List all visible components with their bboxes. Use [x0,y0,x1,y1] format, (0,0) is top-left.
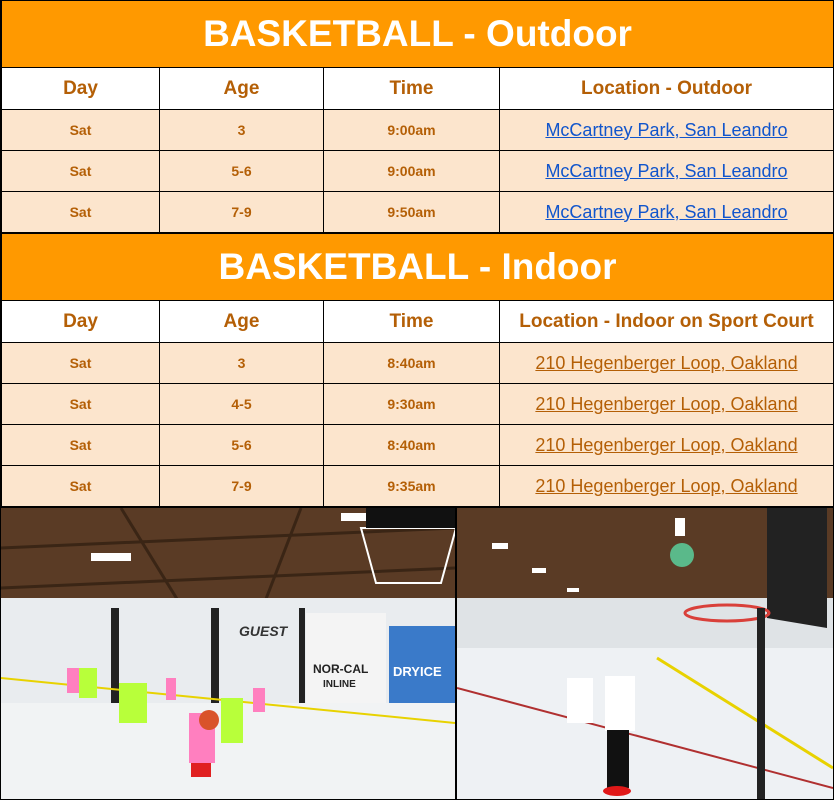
day-cell: Sat [1,342,160,384]
indoor-title: BASKETBALL - Indoor [1,233,834,301]
day-cell: Sat [1,109,160,151]
day-cell: Sat [1,383,160,425]
age-cell: 5-6 [159,150,324,192]
outdoor-header-row: Day Age Time Location - Outdoor [1,67,834,110]
indoor-table: BASKETBALL - Indoor Day Age Time Location - … [1,233,834,507]
location-cell: 210 Hegenberger Loop, Oakland [499,342,834,384]
day-cell: Sat [1,150,160,192]
sign-norcal: NOR-CAL [313,662,368,676]
day-cell: Sat [1,424,160,466]
location-link[interactable]: McCartney Park, San Leandro [545,161,787,181]
location-link[interactable]: 210 Hegenberger Loop, Oakland [535,435,797,455]
outdoor-table: BASKETBALL - Outdoor Day Age Time Location -… [0,0,834,233]
location-cell: McCartney Park, San Leandro [498,109,834,151]
location-link[interactable]: 210 Hegenberger Loop, Oakland [535,353,797,373]
sign-inline: INLINE [323,679,356,690]
outdoor-title: BASKETBALL - Outdoor [0,0,834,68]
table-row: Sat 3 8:40am 210 Hegenberger Loop, Oakla… [1,342,834,384]
column-header: Location - Indoor on Sport Court [499,300,834,343]
age-cell: 7-9 [159,191,324,233]
column-header: Time [323,300,500,343]
age-cell: 5-6 [159,424,324,466]
table-row: Sat 5-6 8:40am 210 Hegenberger Loop, Oak… [1,424,834,466]
column-header: Day [1,67,160,110]
table-row: Sat 4-5 9:30am 210 Hegenberger Loop, Oak… [1,383,834,425]
sign-guest: GUEST [239,623,289,639]
day-cell: Sat [1,191,160,233]
location-link[interactable]: 210 Hegenberger Loop, Oakland [535,476,797,496]
outdoor-title-row: BASKETBALL - Outdoor [0,0,834,68]
age-cell: 3 [159,342,324,384]
photo-indoor-court-kid-shooting [457,508,833,799]
table-row: Sat 3 9:00am McCartney Park, San Leandro [1,109,834,151]
column-header: Day [1,300,160,343]
column-header: Time [323,67,500,110]
sign-dryice: DRYICE [393,664,442,679]
column-header: Age [159,300,324,343]
table-row: Sat 7-9 9:35am 210 Hegenberger Loop, Oak… [1,465,834,507]
location-cell: McCartney Park, San Leandro [498,150,834,192]
location-cell: McCartney Park, San Leandro [498,191,834,233]
age-cell: 7-9 [159,465,324,507]
time-cell: 9:00am [323,109,500,151]
location-link[interactable]: 210 Hegenberger Loop, Oakland [535,394,797,414]
time-cell: 9:50am [323,191,500,233]
location-cell: 210 Hegenberger Loop, Oakland [499,424,834,466]
column-header: Age [159,67,324,110]
day-cell: Sat [1,465,160,507]
age-cell: 4-5 [159,383,324,425]
table-row: Sat 7-9 9:50am McCartney Park, San Leand… [1,191,834,233]
location-cell: 210 Hegenberger Loop, Oakland [499,465,834,507]
photo-strip: GUEST NOR-CAL INLINE DRYICE [1,507,833,800]
table-row: Sat 5-6 9:00am McCartney Park, San Leand… [1,150,834,192]
time-cell: 8:40am [323,342,500,384]
schedule-document: BASKETBALL - Outdoor Day Age Time Location -… [0,0,834,800]
location-cell: 210 Hegenberger Loop, Oakland [499,383,834,425]
time-cell: 9:35am [323,465,500,507]
time-cell: 8:40am [323,424,500,466]
time-cell: 9:00am [323,150,500,192]
photo-indoor-court-kids-running: GUEST NOR-CAL INLINE DRYICE [1,508,455,799]
indoor-header-row: Day Age Time Location - Indoor on Sport Cou… [1,300,834,343]
time-cell: 9:30am [323,383,500,425]
column-header: Location - Outdoor [498,67,834,110]
location-link[interactable]: McCartney Park, San Leandro [545,202,787,222]
location-link[interactable]: McCartney Park, San Leandro [545,120,787,140]
indoor-title-row: BASKETBALL - Indoor [1,233,834,301]
age-cell: 3 [159,109,324,151]
